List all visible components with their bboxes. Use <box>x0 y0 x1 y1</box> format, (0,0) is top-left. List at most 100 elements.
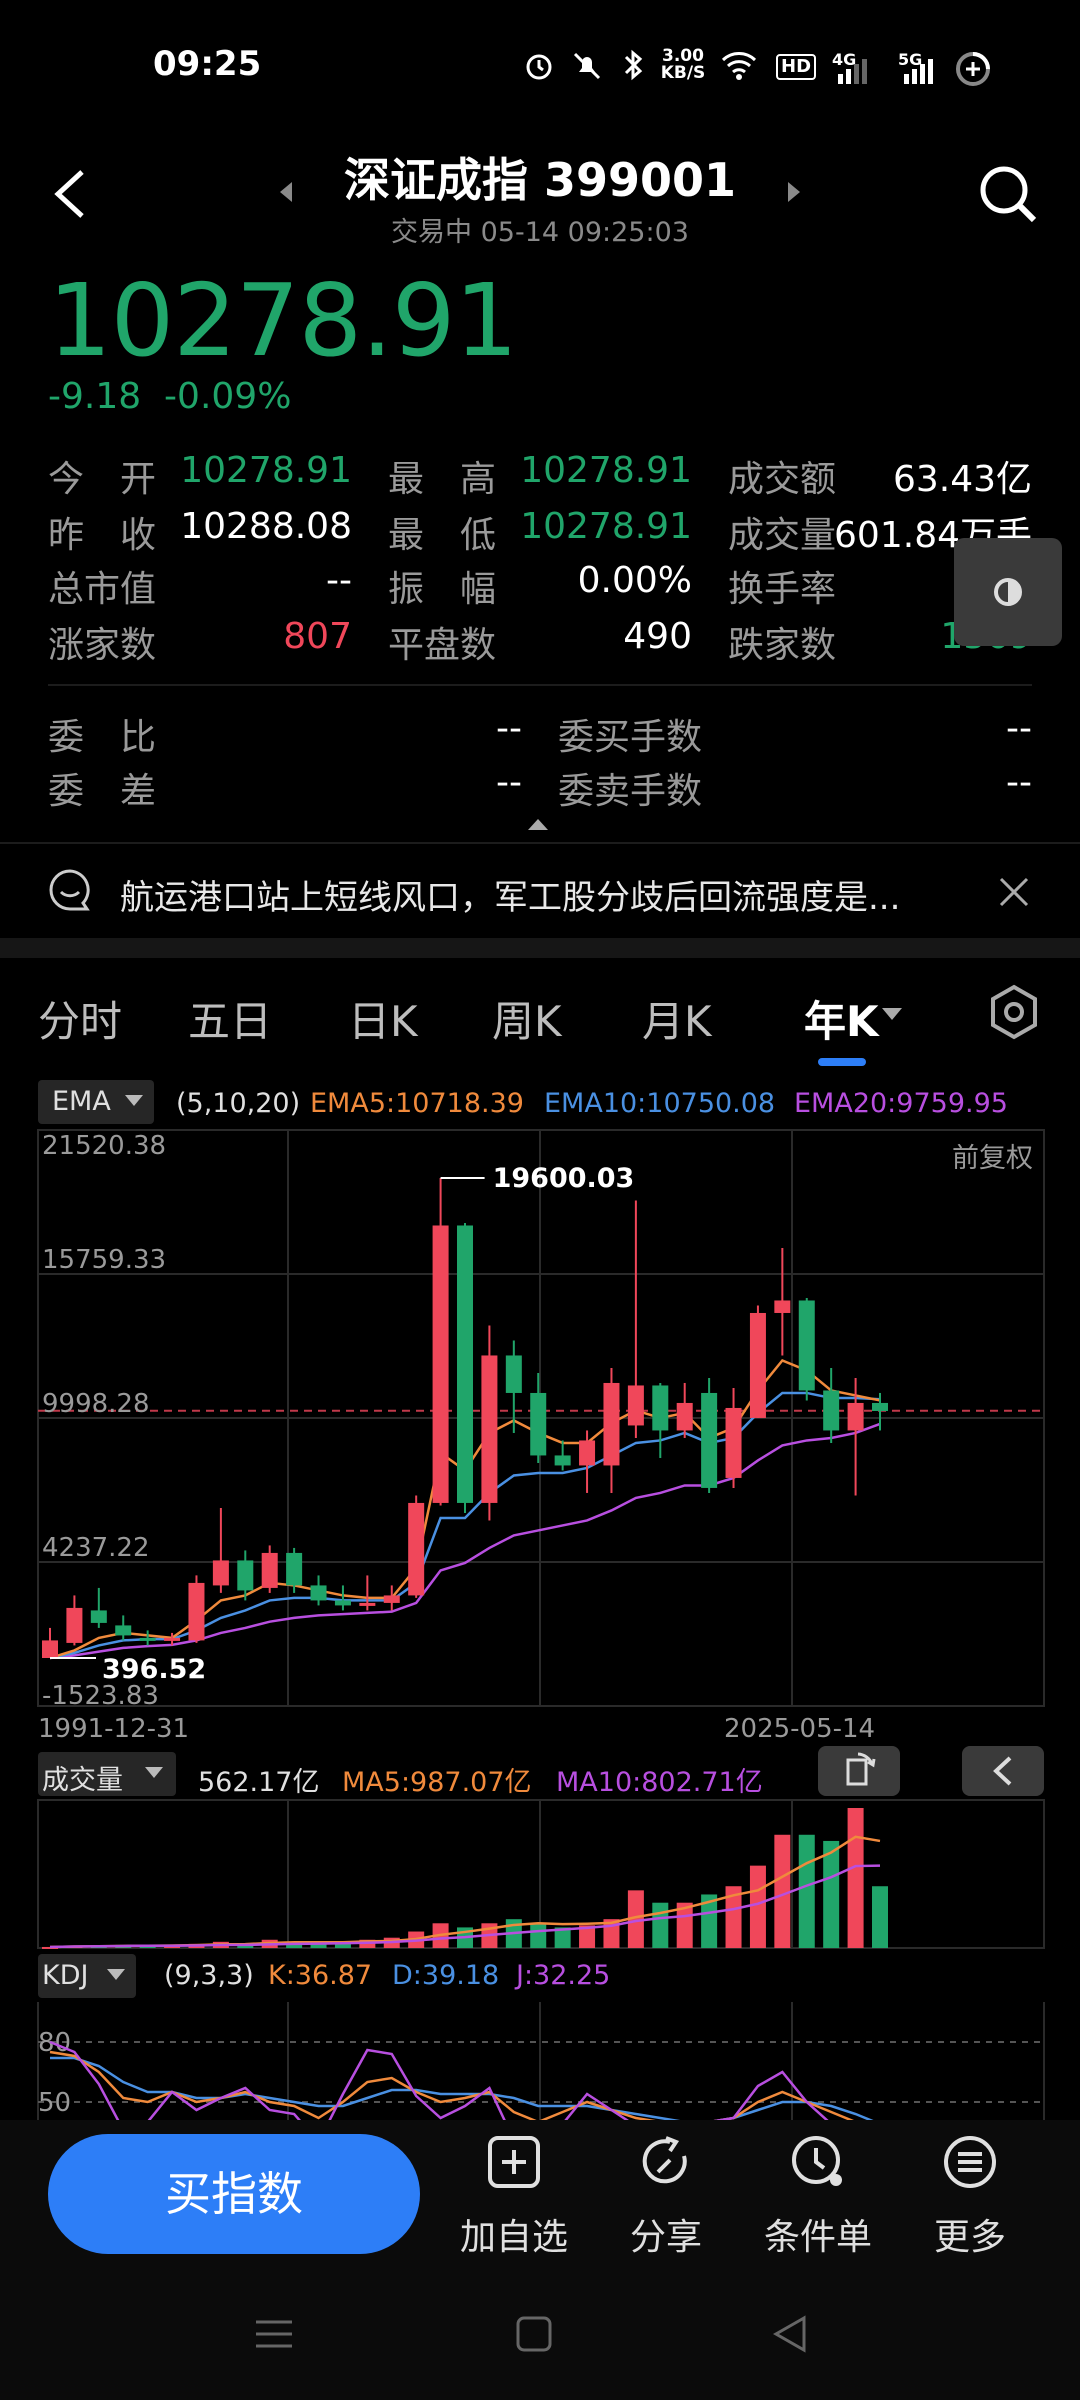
candle-body <box>334 1600 351 1606</box>
kdj-chart[interactable]: 805020 <box>0 1998 1080 2120</box>
candlestick-chart[interactable]: 21520.38 15759.33 9998.28 4237.22 -1523.83 19… <box>0 1120 1080 1720</box>
order-value: -- <box>1006 762 1032 803</box>
candle-body <box>725 1407 742 1478</box>
ema5-value: EMA5:10718.39 <box>310 1088 524 1119</box>
refresh-button[interactable] <box>818 1746 900 1796</box>
stat-label: 振 幅 <box>388 569 497 610</box>
candle-body <box>749 1312 766 1418</box>
trade-status: 交易中 05-14 09:25:03 <box>391 217 689 248</box>
stat-label: 成交量 <box>728 515 837 556</box>
volume-bar <box>749 1865 766 1948</box>
candle-body <box>676 1402 693 1431</box>
stat-value: 10278.91 <box>520 450 692 491</box>
y-tick-label: 15759.33 <box>42 1245 166 1275</box>
candle-body <box>115 1625 132 1636</box>
volume-select[interactable]: 成交量 <box>38 1752 176 1796</box>
action-3[interactable]: 更多 <box>900 2124 1040 2274</box>
tab-1[interactable]: 五日 <box>188 988 272 1049</box>
collapse-panel-button[interactable] <box>962 1746 1044 1796</box>
tab-5[interactable]: 年K <box>804 988 879 1049</box>
search-icon[interactable] <box>978 164 1038 228</box>
stat-value: 10288.08 <box>180 506 352 547</box>
candle-body <box>823 1390 840 1431</box>
half-circle-icon <box>994 578 1022 606</box>
candle-body <box>652 1385 669 1431</box>
stat-value: 0.00% <box>577 560 692 601</box>
ema20-value: EMA20:9759.95 <box>794 1088 1008 1119</box>
candle-body <box>627 1385 644 1426</box>
tab-indicator <box>818 1058 866 1066</box>
min-price-label: 396.52 <box>102 1654 206 1685</box>
buy-index-button[interactable]: 买指数 <box>48 2134 420 2254</box>
candle-body <box>408 1502 425 1596</box>
action-label: 条件单 <box>763 2217 872 2258</box>
candle-body <box>42 1640 58 1658</box>
wifi-icon <box>720 48 758 82</box>
tab-2[interactable]: 日K <box>348 988 418 1049</box>
price-change: -9.18 -0.09% <box>48 376 291 417</box>
change-amount: -9.18 <box>48 376 142 417</box>
candle-body <box>774 1300 791 1313</box>
news-headline[interactable]: 航运港口站上短线风口，军工股分歧后回流强度是... <box>120 870 900 919</box>
action-2[interactable]: 条件单 <box>748 2124 888 2274</box>
home-nav-icon[interactable] <box>514 2314 554 2358</box>
clock-icon <box>792 2136 842 2186</box>
indicator-params: (5,10,20) <box>176 1088 301 1119</box>
stat-value: -- <box>326 560 352 601</box>
volume-chart[interactable] <box>0 1796 1080 1952</box>
back-nav-icon[interactable] <box>770 2314 810 2358</box>
collapse-icon[interactable] <box>526 816 550 836</box>
kdj-select[interactable]: KDJ <box>38 1954 136 1998</box>
tab-4[interactable]: 月K <box>642 988 712 1049</box>
stat-label: 最 低 <box>388 515 497 556</box>
order-value: -- <box>1006 708 1032 749</box>
stat-value: 10278.91 <box>180 450 352 491</box>
tab-3[interactable]: 周K <box>492 988 562 1049</box>
kdj-k: K:36.87 <box>268 1960 373 1991</box>
close-icon[interactable] <box>998 876 1030 912</box>
candle-body <box>139 1637 156 1641</box>
dropdown-icon <box>125 1095 143 1106</box>
float-tool-button[interactable] <box>954 538 1062 646</box>
volume-title: 成交量 <box>42 1765 123 1796</box>
kdj-j-line <box>49 2040 829 2120</box>
ema10-value: EMA10:10750.08 <box>544 1088 776 1119</box>
y-tick-label: 9998.28 <box>42 1389 150 1419</box>
dropdown-icon <box>107 1969 125 1980</box>
stat-value: 10278.91 <box>520 506 692 547</box>
indicator-select[interactable]: EMA <box>38 1080 154 1124</box>
tab-0[interactable]: 分时 <box>38 988 122 1049</box>
candle-body <box>164 1637 181 1641</box>
candle-body <box>579 1440 596 1466</box>
candle-body <box>554 1455 571 1466</box>
y-tick-label: -1523.83 <box>42 1681 159 1711</box>
indicator-name: EMA <box>52 1086 111 1117</box>
stat-label: 成交额 <box>728 459 837 500</box>
volume-bar <box>530 1923 547 1948</box>
candle-body <box>383 1595 400 1603</box>
battery-icon <box>954 50 992 92</box>
candle-body <box>798 1300 815 1391</box>
settings-icon[interactable] <box>988 984 1040 1044</box>
action-0[interactable]: 加自选 <box>444 2124 584 2274</box>
candle-body <box>286 1552 303 1586</box>
kdj-j: J:32.25 <box>516 1960 611 1991</box>
candle-body <box>261 1552 278 1588</box>
volume-bar <box>823 1840 840 1948</box>
stat-value: 63.43亿 <box>892 459 1032 500</box>
signal-4g-icon <box>836 58 872 88</box>
next-stock-icon[interactable] <box>786 180 802 208</box>
volume-bar <box>872 1886 888 1948</box>
volume-bar <box>798 1834 815 1948</box>
stat-label: 最 高 <box>388 459 497 500</box>
volume-current: 562.17亿 <box>198 1767 320 1798</box>
kdj-params: (9,3,3) <box>164 1960 254 1991</box>
chevron-down-icon[interactable] <box>880 1006 904 1026</box>
action-1[interactable]: 分享 <box>596 2124 736 2274</box>
stat-label: 昨 收 <box>48 515 157 556</box>
volume-bar <box>847 1808 864 1948</box>
order-label: 委 比 <box>48 717 157 758</box>
menu-nav-icon[interactable] <box>254 2314 294 2358</box>
stat-value: 807 <box>283 616 352 657</box>
stat-label: 今 开 <box>48 459 157 500</box>
